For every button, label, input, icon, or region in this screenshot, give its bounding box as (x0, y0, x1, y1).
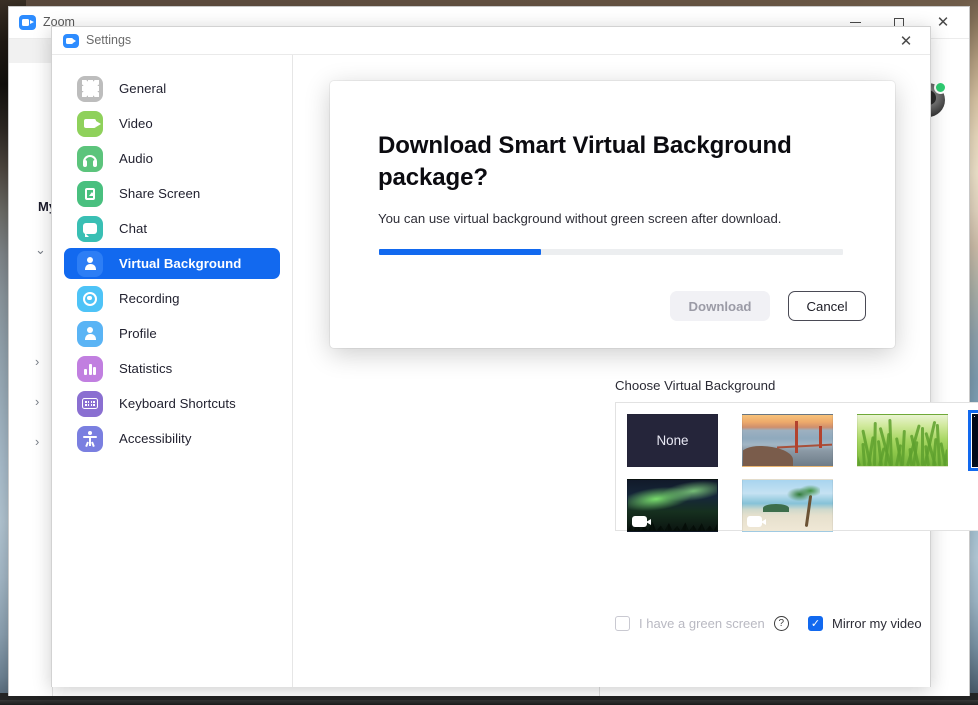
zoom-background-sidebar (9, 39, 53, 696)
zoom-tabstrip (9, 39, 53, 63)
download-button-label: Download (688, 298, 752, 314)
sidebar-item-label: Statistics (119, 361, 173, 376)
sidebar-item-label: Audio (119, 151, 153, 166)
green-screen-label: I have a green screen (639, 616, 765, 631)
question-mark-icon[interactable]: ? (773, 616, 789, 631)
bridge-tower (795, 421, 798, 453)
sidebar-item-label: Keyboard Shortcuts (119, 396, 236, 411)
taskbar-sheen (0, 700, 978, 705)
background-thumbnail-cell (968, 410, 978, 471)
background-thumbnail-aurora[interactable] (627, 479, 718, 532)
background-thumbnail-grass[interactable] (857, 414, 948, 467)
virtual-background-list: None (615, 402, 978, 532)
camera-icon (77, 110, 103, 137)
cancel-button[interactable]: Cancel (788, 291, 866, 321)
zoom-camera-logo-icon (19, 15, 36, 30)
palm-fronds (786, 484, 820, 504)
background-thumbnail-cell: None (627, 414, 742, 467)
chevron-right-icon[interactable]: › (35, 434, 39, 449)
background-thumbnail-earth[interactable] (968, 410, 978, 471)
bar-chart-icon (77, 355, 103, 382)
share-screen-icon (77, 180, 103, 207)
zoom-camera-logo-icon (63, 34, 79, 48)
background-thumbnail-label: None (656, 433, 689, 448)
beach-island (763, 504, 789, 512)
video-badge-icon (747, 516, 766, 527)
close-icon[interactable]: ✕ (886, 27, 926, 54)
sidebar-item-label: Virtual Background (119, 256, 242, 271)
check-glyph: ✓ (810, 618, 821, 630)
green-screen-checkbox[interactable] (615, 616, 630, 631)
profile-person-icon (77, 320, 103, 347)
settings-sidebar: General Video Audio Share Screen Chat Vi (52, 55, 293, 687)
dialog-title: Download Smart Virtual Background packag… (378, 132, 792, 191)
grass-blade (858, 450, 861, 466)
sidebar-item-general[interactable]: General (64, 73, 280, 104)
sidebar-item-virtual-background[interactable]: Virtual Background (64, 248, 280, 279)
help-glyph: ? (778, 618, 785, 629)
gear-icon (77, 75, 103, 102)
sidebar-item-recording[interactable]: Recording (64, 283, 280, 314)
accessibility-icon (77, 425, 103, 452)
sidebar-item-label: Video (119, 116, 153, 131)
background-thumbnail-bridge[interactable] (742, 414, 833, 467)
background-thumbnail-beach[interactable] (742, 479, 833, 532)
sidebar-item-video[interactable]: Video (64, 108, 280, 139)
settings-window-title: Settings (86, 33, 132, 47)
sidebar-item-label: General (119, 81, 167, 96)
headphones-icon (77, 145, 103, 172)
chevron-right-icon[interactable]: › (35, 394, 39, 409)
sidebar-item-label: Accessibility (119, 431, 192, 446)
mirror-video-row: ✓ Mirror my video (808, 616, 922, 631)
sidebar-item-label: Recording (119, 291, 180, 306)
sidebar-item-label: Share Screen (119, 186, 201, 201)
sidebar-item-share-screen[interactable]: Share Screen (64, 178, 280, 209)
download-progress-fill (379, 249, 542, 255)
sidebar-item-accessibility[interactable]: Accessibility (64, 423, 280, 454)
status-badge (934, 81, 947, 94)
background-thumbnail-cell (742, 414, 857, 467)
grass-blade (901, 429, 907, 466)
sidebar-item-audio[interactable]: Audio (64, 143, 280, 174)
background-thumbnail-cell (857, 414, 972, 467)
bridge-tower (819, 426, 822, 448)
download-package-dialog: Download Smart Virtual Background packag… (330, 81, 895, 348)
record-icon (77, 285, 103, 312)
mirror-video-label: Mirror my video (832, 616, 922, 631)
chevron-right-icon[interactable]: › (35, 354, 39, 369)
sidebar-item-statistics[interactable]: Statistics (64, 353, 280, 384)
bridge-cliff (743, 446, 793, 466)
green-screen-row: I have a green screen ? (615, 616, 789, 631)
background-thumbnail-cell (627, 479, 742, 532)
dialog-description: You can use virtual background without g… (378, 211, 782, 226)
settings-titlebar: Settings ✕ (52, 27, 930, 55)
sidebar-item-profile[interactable]: Profile (64, 318, 280, 349)
sidebar-item-chat[interactable]: Chat (64, 213, 280, 244)
grass-blade (888, 418, 894, 466)
bridge-deck (776, 443, 832, 449)
chat-bubble-icon (77, 215, 103, 242)
aurora-band (628, 480, 717, 517)
background-thumbnail-none[interactable]: None (627, 414, 718, 467)
chevron-down-icon[interactable]: ⌄ (35, 242, 46, 258)
sidebar-item-keyboard-shortcuts[interactable]: Keyboard Shortcuts (64, 388, 280, 419)
sidebar-item-label: Chat (119, 221, 148, 236)
keyboard-icon (77, 390, 103, 417)
star (974, 416, 975, 417)
download-button[interactable]: Download (670, 291, 770, 321)
download-progress-bar (379, 249, 843, 255)
virtual-background-icon (77, 250, 103, 277)
sidebar-item-label: Profile (119, 326, 157, 341)
video-badge-icon (632, 516, 651, 527)
choose-virtual-background-label: Choose Virtual Background (615, 378, 776, 393)
mirror-video-checkbox[interactable]: ✓ (808, 616, 823, 631)
cancel-button-label: Cancel (806, 298, 848, 314)
background-thumbnail-cell (742, 479, 857, 532)
